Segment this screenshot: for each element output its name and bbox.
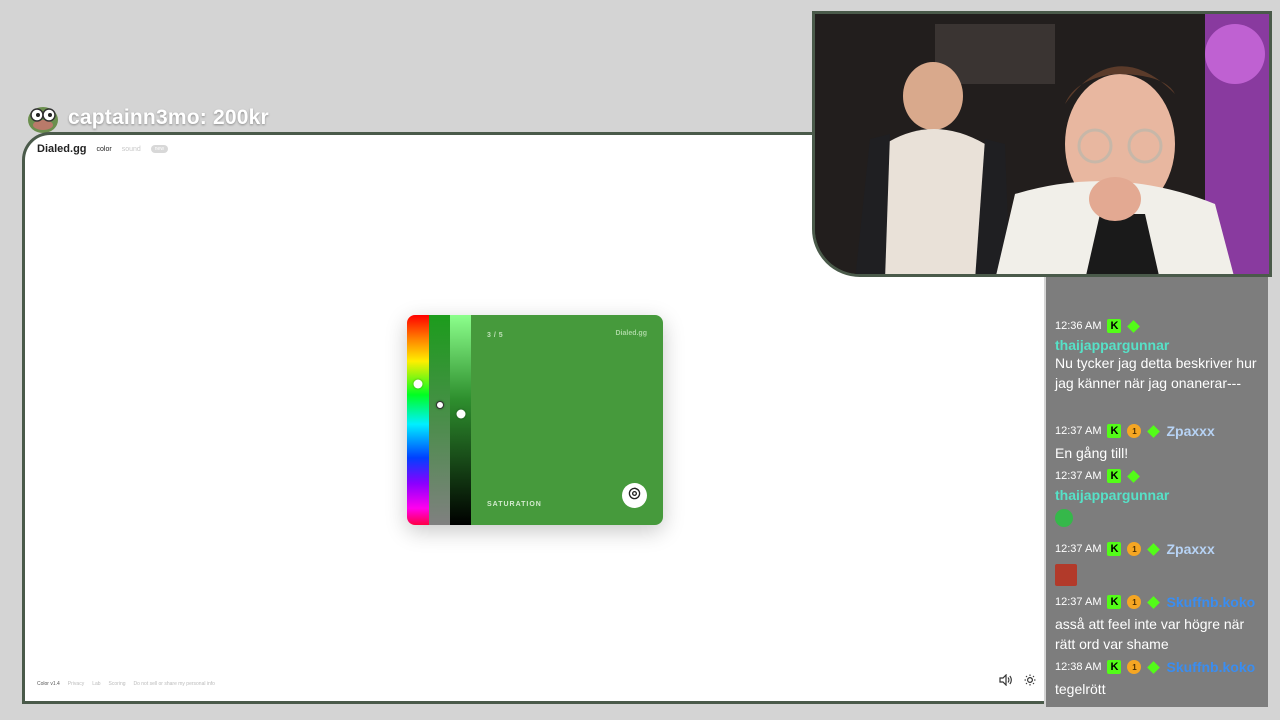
- chat-text: asså att feel inte var högre när rätt or…: [1055, 616, 1245, 652]
- card-brand: Dialed.gg: [615, 330, 647, 337]
- footer-version: Color v1.4: [37, 681, 60, 687]
- site-logo[interactable]: Dialed.gg: [37, 143, 87, 155]
- timestamp: 12:37 AM: [1055, 596, 1102, 608]
- slider-label: SATURATION: [487, 501, 542, 508]
- timestamp: 12:37 AM: [1055, 470, 1102, 482]
- submit-button[interactable]: [622, 483, 647, 508]
- kick-badge-icon: K: [1107, 319, 1122, 333]
- timestamp: 12:37 AM: [1055, 543, 1102, 555]
- footer-link-privacy-optout[interactable]: Do not sell or share my personal info: [134, 681, 215, 687]
- target-icon: [628, 486, 641, 505]
- coin-badge-icon: 1: [1127, 595, 1142, 609]
- coin-badge-icon: 1: [1127, 660, 1142, 674]
- kick-badge-icon: K: [1107, 424, 1122, 438]
- chat-message: 12:37 AM K 1 Skuffnb.koko asså att feel …: [1055, 594, 1260, 654]
- chat-message: 12:36 AM K thaijappargunnar Nu tycker ja…: [1055, 318, 1260, 393]
- donation-text: captainn3mo: 200kr: [68, 106, 269, 129]
- pepe-frog-glasses-icon: [26, 101, 60, 135]
- chat-text: En gång till!: [1055, 445, 1129, 461]
- webcam-feed: [815, 14, 1269, 274]
- saturation-slider-knob[interactable]: [435, 401, 444, 410]
- donation-banner: captainn3mo: 200kr: [26, 100, 269, 136]
- footer-icons: [999, 673, 1036, 691]
- lightness-slider[interactable]: [450, 315, 471, 525]
- webcam-overlay: [812, 11, 1272, 277]
- chat-message: 12:38 AM K 1 Skuffnb.koko tegelrött: [1055, 659, 1260, 699]
- footer-link-scoring[interactable]: Scoring: [109, 681, 126, 687]
- kick-badge-icon: K: [1107, 660, 1122, 674]
- chat-username[interactable]: thaijappargunnar: [1055, 337, 1260, 353]
- round-counter: 3 / 5: [487, 332, 504, 339]
- coin-badge-icon: 1: [1127, 542, 1142, 556]
- kick-badge-icon: K: [1107, 542, 1122, 556]
- chat-text: tegelrött: [1055, 681, 1106, 697]
- chat-username[interactable]: Skuffnb.koko: [1166, 659, 1255, 675]
- face-emote: [1055, 564, 1077, 586]
- gem-badge-icon: [1127, 319, 1141, 333]
- color-game-card: 3 / 5 Dialed.gg SATURATION: [407, 315, 663, 525]
- nav-color-link[interactable]: color: [97, 146, 112, 153]
- coin-badge-icon: 1: [1127, 424, 1142, 438]
- frog-emote: [1055, 509, 1073, 527]
- gem-badge-icon: [1147, 595, 1161, 609]
- hue-slider[interactable]: [407, 315, 429, 525]
- timestamp: 12:38 AM: [1055, 661, 1102, 673]
- saturation-slider[interactable]: [429, 315, 450, 525]
- hue-slider-knob[interactable]: [413, 379, 423, 389]
- chat-message: 12:37 AM K 1 Zpaxxx: [1055, 541, 1260, 591]
- gem-badge-icon: [1147, 424, 1161, 438]
- volume-icon[interactable]: [999, 673, 1012, 691]
- kick-badge-icon: K: [1107, 595, 1122, 609]
- gem-badge-icon: [1147, 542, 1161, 556]
- gem-badge-icon: [1147, 660, 1161, 674]
- chat-username[interactable]: Skuffnb.koko: [1166, 594, 1255, 610]
- footer-link-lab[interactable]: Lab: [92, 681, 100, 687]
- chat-username[interactable]: Zpaxxx: [1166, 423, 1214, 439]
- chat-message: 12:37 AM K thaijappargunnar: [1055, 468, 1260, 532]
- timestamp: 12:37 AM: [1055, 425, 1102, 437]
- nav-new-badge: new: [150, 145, 168, 153]
- color-swatch: 3 / 5 Dialed.gg SATURATION: [471, 315, 663, 525]
- chat-message: 12:37 AM K 1 Zpaxxx En gång till!: [1055, 423, 1260, 463]
- chat-username[interactable]: thaijappargunnar: [1055, 487, 1260, 503]
- chat-username[interactable]: Zpaxxx: [1166, 541, 1214, 557]
- site-footer: Color v1.4 Privacy Lab Scoring Do not se…: [37, 681, 215, 687]
- brightness-icon[interactable]: [1024, 673, 1036, 691]
- chat-text: Nu tycker jag detta beskriver hur jag kä…: [1055, 355, 1257, 391]
- nav-sound-link[interactable]: sound: [122, 146, 141, 153]
- chat-panel: 12:36 AM K thaijappargunnar Nu tycker ja…: [1046, 277, 1268, 707]
- chat-message-partial: [1055, 277, 1260, 291]
- lightness-slider-knob[interactable]: [456, 409, 465, 419]
- timestamp: 12:36 AM: [1055, 320, 1102, 332]
- site-header: Dialed.gg color sound new: [37, 143, 168, 155]
- kick-badge-icon: K: [1107, 469, 1122, 483]
- footer-link-privacy[interactable]: Privacy: [68, 681, 84, 687]
- gem-badge-icon: [1127, 469, 1141, 483]
